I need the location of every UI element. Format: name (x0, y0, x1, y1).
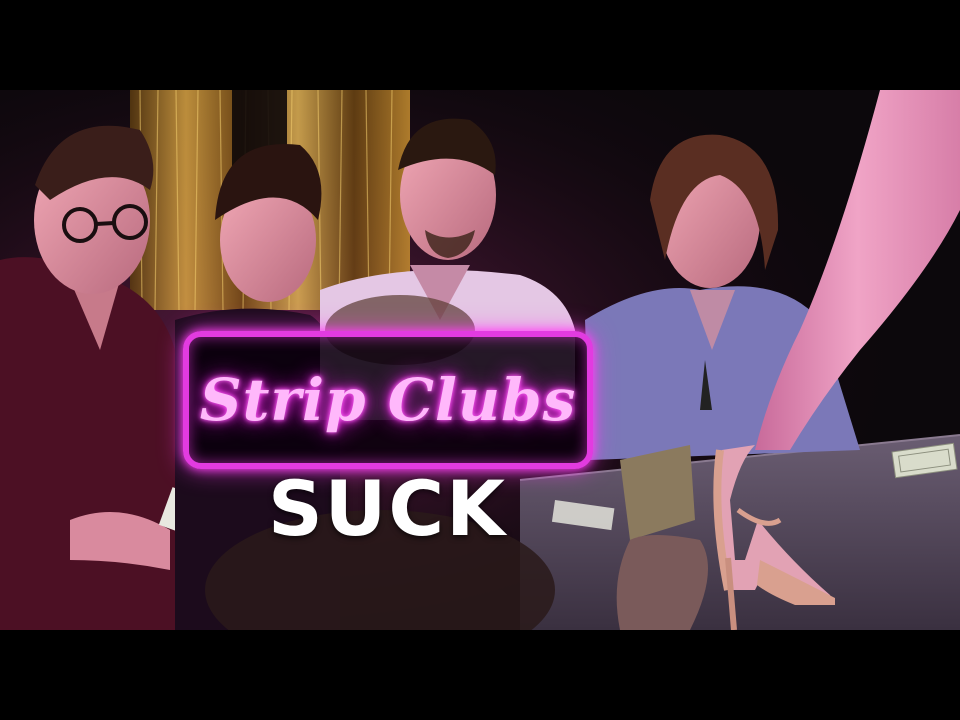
neon-title-text: Strip Clubs (199, 366, 577, 434)
letterbox-bottom (0, 630, 960, 720)
video-thumbnail[interactable]: Strip Clubs SUCK (0, 0, 960, 720)
subtitle-text: SUCK (267, 464, 508, 553)
neon-title-box: Strip Clubs (183, 331, 593, 469)
letterbox-top (0, 0, 960, 90)
